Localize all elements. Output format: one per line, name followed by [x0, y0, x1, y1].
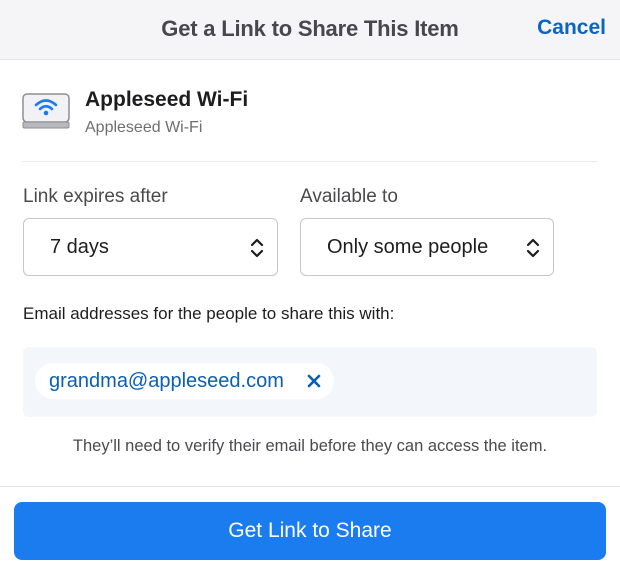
verification-note: They’ll need to verify their email befor… [72, 437, 548, 455]
available-label: Available to [300, 186, 398, 207]
email-token-field[interactable]: grandma@appleseed.com [23, 347, 597, 417]
remove-email-icon[interactable] [306, 373, 322, 389]
email-addresses-label: Email addresses for the people to share … [23, 304, 395, 323]
item-subtitle: Appleseed Wi-Fi [85, 119, 203, 136]
footer-divider [0, 486, 620, 487]
expires-value: 7 days [50, 236, 109, 258]
dialog-header: Get a Link to Share This Item Cancel [0, 0, 620, 60]
available-value: Only some people [327, 236, 489, 258]
expires-select[interactable]: 7 days [23, 218, 278, 276]
dialog-title: Get a Link to Share This Item [161, 16, 459, 41]
cancel-button[interactable]: Cancel [537, 16, 606, 40]
email-token[interactable]: grandma@appleseed.com [35, 363, 334, 399]
chevron-up-down-icon [250, 238, 264, 258]
email-token-text: grandma@appleseed.com [49, 370, 284, 392]
share-dialog: Get a Link to Share This Item Cancel App… [0, 0, 620, 573]
available-select[interactable]: Only some people [300, 218, 554, 276]
get-link-button[interactable]: Get Link to Share [14, 502, 606, 560]
wifi-router-icon [22, 93, 70, 129]
item-name: Appleseed Wi-Fi [85, 88, 249, 111]
chevron-up-down-icon [526, 238, 540, 258]
expires-label: Link expires after [23, 186, 168, 207]
shared-item-row: Appleseed Wi-Fi Appleseed Wi-Fi [22, 86, 598, 162]
